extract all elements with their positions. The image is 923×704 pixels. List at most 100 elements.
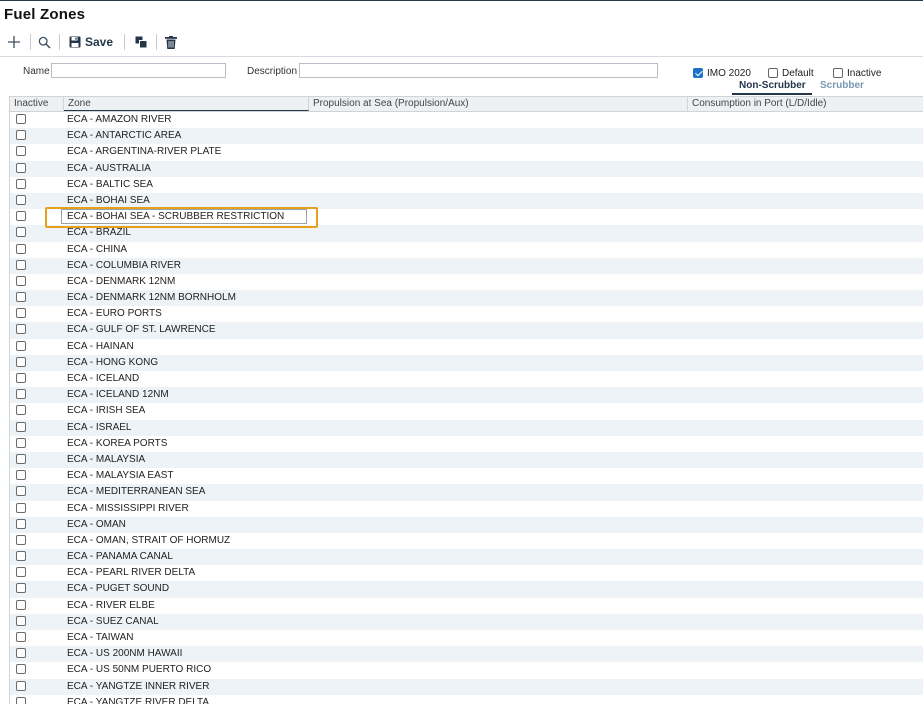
table-row[interactable]: ECA - HAINAN [10,338,923,355]
imo2020-checkbox[interactable] [693,68,703,78]
table-row[interactable]: ECA - PANAMA CANAL [10,549,923,566]
delete-button[interactable] [165,32,177,52]
tab-non-scrubber[interactable]: Non-Scrubber [739,80,806,91]
row-inactive-checkbox[interactable] [16,648,26,659]
column-header-inactive[interactable]: Inactive [10,97,64,111]
row-inactive-checkbox[interactable] [16,146,26,157]
table-row[interactable]: ECA - CHINA [10,241,923,258]
tab-scrubber[interactable]: Scrubber [820,80,864,91]
table-row[interactable]: ECA - KOREA PORTS [10,435,923,452]
top-border [0,0,923,1]
row-inactive-checkbox[interactable] [16,389,26,400]
row-inactive-checkbox[interactable] [16,664,26,675]
row-inactive-checkbox[interactable] [16,680,26,691]
table-row[interactable]: ECA - MEDITERRANEAN SEA [10,484,923,501]
name-input[interactable] [51,63,226,78]
table-row[interactable]: ECA - TAIWAN [10,630,923,647]
table-row[interactable]: ECA - BOHAI SEA [10,192,923,210]
table-row[interactable]: ECA - MISSISSIPPI RIVER [10,500,923,517]
toolbar: Save [0,28,923,57]
row-inactive-checkbox[interactable] [16,551,26,562]
row-inactive-checkbox[interactable] [16,194,26,205]
table-row[interactable]: ECA - RIVER ELBE [10,597,923,614]
row-inactive-checkbox[interactable] [16,534,26,545]
table-row[interactable]: ECA - US 200NM HAWAII [10,646,923,663]
row-inactive-checkbox[interactable] [16,259,26,270]
table-row[interactable]: ECA - PUGET SOUND [10,581,923,598]
table-row[interactable]: ECA - YANGTZE INNER RIVER [10,678,923,695]
table-row[interactable]: ECA - YANGTZE RIVER DELTA [10,694,923,704]
row-inactive-checkbox[interactable] [16,162,26,173]
row-inactive-checkbox[interactable] [16,275,26,286]
table-row[interactable]: ECA - PEARL RIVER DELTA [10,565,923,582]
row-inactive-checkbox[interactable] [16,437,26,448]
table-row[interactable]: ECA - MALAYSIA EAST [10,468,923,485]
row-inactive-checkbox[interactable] [16,583,26,594]
table-row[interactable]: ECA - BRAZIL [10,225,923,242]
row-inactive-checkbox[interactable] [16,696,26,704]
table-row[interactable]: ECA - AUSTRALIA [10,160,923,177]
row-inactive-checkbox[interactable] [16,486,26,497]
add-button[interactable] [7,32,21,52]
inactive-filter-checkbox[interactable] [833,68,843,78]
row-inactive-checkbox[interactable] [16,130,26,141]
page-title: Fuel Zones [4,6,86,23]
table-row[interactable]: ECA - OMAN [10,516,923,533]
row-inactive-checkbox[interactable] [16,292,26,303]
toolbar-divider [30,34,31,50]
description-input[interactable] [299,63,658,78]
table-row[interactable]: ECA - US 50NM PUERTO RICO [10,662,923,679]
table-row[interactable]: ECA - DENMARK 12NM BORNHOLM [10,290,923,307]
column-header-consumption[interactable]: Consumption in Port (L/D/Idle) [688,97,923,111]
row-inactive-checkbox[interactable] [16,178,26,189]
default-checkbox[interactable] [768,68,778,78]
table-row[interactable]: ECA - AMAZON RIVER [10,112,923,129]
table-row[interactable]: ECA - GULF OF ST. LAWRENCE [10,322,923,339]
table-row[interactable]: ECA - ISRAEL [10,419,923,436]
zone-name: ECA - PUGET SOUND [67,583,170,595]
row-inactive-checkbox[interactable] [16,356,26,367]
row-inactive-checkbox[interactable] [16,453,26,464]
row-inactive-checkbox[interactable] [16,308,26,319]
table-row[interactable]: ECA - ICELAND 12NM [10,387,923,404]
table-row[interactable]: ECA - COLUMBIA RIVER [10,257,923,274]
table-row[interactable]: ECA - HONG KONG [10,354,923,371]
row-inactive-checkbox[interactable] [16,470,26,481]
row-inactive-checkbox[interactable] [16,518,26,529]
table-row[interactable]: ECA - OMAN, STRAIT OF HORMUZ [10,532,923,550]
copy-button[interactable] [135,32,148,52]
zone-name: ECA - ICELAND 12NM [67,389,169,401]
table-row[interactable]: ECA - ARGENTINA-RIVER PLATE [10,144,923,161]
row-inactive-checkbox[interactable] [16,227,26,238]
row-inactive-checkbox[interactable] [16,567,26,578]
zone-name: ECA - YANGTZE RIVER DELTA [67,696,210,704]
zone-name: ECA - OMAN [67,518,126,530]
search-button[interactable] [38,32,51,52]
table-row[interactable]: ECA - ANTARCTIC AREA [10,128,923,145]
zone-name: ECA - US 200NM HAWAII [67,648,183,660]
table-row[interactable]: ECA - BOHAI SEA - SCRUBBER RESTRICTION [10,209,923,226]
zone-name: ECA - TAIWAN [67,632,134,643]
row-inactive-checkbox[interactable] [16,324,26,335]
save-button[interactable]: Save [69,32,113,52]
column-header-zone[interactable]: Zone [64,97,309,111]
row-inactive-checkbox[interactable] [16,599,26,610]
row-inactive-checkbox[interactable] [16,114,26,124]
table-row[interactable]: ECA - SUEZ CANAL [10,613,923,630]
table-row[interactable]: ECA - ICELAND [10,371,923,388]
table-row[interactable]: ECA - BALTIC SEA [10,176,923,193]
table-row[interactable]: ECA - DENMARK 12NM [10,273,923,291]
row-inactive-checkbox[interactable] [16,421,26,432]
row-inactive-checkbox[interactable] [16,373,26,383]
row-inactive-checkbox[interactable] [16,615,26,626]
table-row[interactable]: ECA - IRISH SEA [10,403,923,420]
table-row[interactable]: ECA - EURO PORTS [10,306,923,323]
row-inactive-checkbox[interactable] [16,211,26,222]
row-inactive-checkbox[interactable] [16,502,26,513]
table-row[interactable]: ECA - MALAYSIA [10,451,923,469]
row-inactive-checkbox[interactable] [16,243,26,254]
row-inactive-checkbox[interactable] [16,340,26,351]
row-inactive-checkbox[interactable] [16,405,26,416]
column-header-propulsion[interactable]: Propulsion at Sea (Propulsion/Aux) [309,97,688,111]
row-inactive-checkbox[interactable] [16,632,26,642]
